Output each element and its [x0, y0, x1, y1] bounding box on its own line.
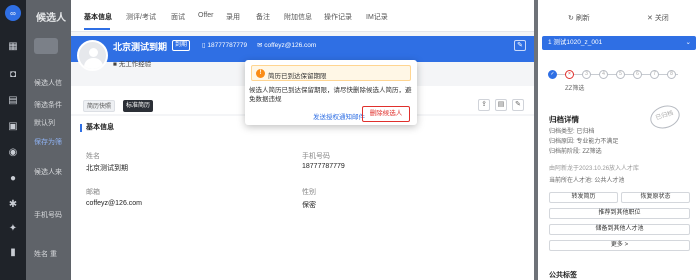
section-title: 基本信息 — [80, 124, 114, 132]
more-button[interactable]: 更多 > — [549, 240, 690, 251]
delete-candidate-button[interactable]: 删除候选人 — [362, 106, 410, 122]
resume-snapshot-button[interactable]: 简历快照 — [83, 100, 115, 112]
background-filter-chip — [34, 38, 58, 54]
upload-icon[interactable]: ⇪ — [478, 99, 490, 111]
edit-icon[interactable]: ✎ — [514, 40, 526, 51]
user-icon[interactable]: ● — [7, 172, 19, 184]
tab-hire[interactable]: 录用 — [226, 12, 240, 22]
message-icon[interactable]: ◉ — [7, 146, 19, 158]
background-title: 候选人 — [36, 13, 66, 24]
field-label: 手机号码 — [302, 153, 330, 160]
stage-step[interactable]: 8 — [667, 70, 676, 79]
candidate-email: ✉ coffeyz@126.com — [257, 41, 316, 49]
basic-info-section: 基本信息 姓名 北京测试到期 手机号码 18777787779 邮箱 coffe… — [71, 116, 534, 280]
tab-additional-info[interactable]: 附加信息 — [284, 12, 312, 22]
send-authorization-email-link[interactable]: 发送授权通知邮件 — [313, 111, 365, 121]
field-label: 姓名 — [86, 153, 100, 160]
field-value: 保密 — [302, 202, 316, 209]
archived-stamp: 已归档 — [647, 101, 683, 133]
settings-icon[interactable]: ✱ — [7, 198, 19, 210]
stage-step[interactable]: 5 — [616, 70, 625, 79]
file-icon[interactable]: ▤ — [495, 99, 507, 111]
background-line: 默认列 — [34, 120, 55, 127]
field-value: coffeyz@126.com — [86, 200, 143, 207]
briefcase-icon[interactable]: ◘ — [7, 68, 19, 80]
background-line: 手机号码 — [34, 212, 62, 219]
document-icon[interactable]: ▤ — [7, 94, 19, 106]
avatar-head-shape — [89, 48, 98, 57]
background-line: 保存为筛 — [34, 139, 62, 146]
close-label: 关闭 — [654, 15, 669, 22]
tab-offer[interactable]: Offer — [198, 12, 213, 19]
avatar — [77, 40, 108, 71]
tab-notes[interactable]: 备注 — [256, 12, 270, 22]
chart-icon[interactable]: ▮ — [7, 246, 19, 258]
current-stage-name: ZZ筛选 — [565, 86, 585, 92]
stage-step[interactable]: 7 — [650, 70, 659, 79]
archive-line: 归档前阶段: ZZ筛选 — [549, 149, 602, 155]
app-sidebar: ∞ ▦ ◘ ▤ ▣ ◉ ● ✱ ✦ ▮ — [0, 0, 26, 280]
stage-step[interactable]: 4 — [599, 70, 608, 79]
forward-resume-button[interactable]: 转发简历 — [549, 192, 618, 203]
public-tags-title: 公共标签 — [549, 272, 577, 279]
background-line: 姓名 重 — [34, 251, 57, 258]
archive-line: 归档原因: 专业能力不满足 — [549, 139, 619, 145]
warning-text: 简历已到达保留期限 — [268, 73, 327, 80]
job-select[interactable]: 1 测试1020_z_001 ⌄ — [542, 36, 696, 50]
recommend-other-job-button[interactable]: 推荐到其他职位 — [549, 208, 690, 219]
refresh-label: 刷新 — [575, 15, 590, 22]
tab-im-log[interactable]: IM记录 — [366, 12, 388, 22]
archive-title: 归档详情 — [549, 115, 579, 124]
experience-text: 无工作经验 — [118, 61, 152, 68]
stage-stepper: ✓ × 3 4 5 6 7 8 — [548, 68, 698, 80]
close-icon: ✕ — [647, 15, 655, 22]
field-value: 北京测试到期 — [86, 165, 128, 172]
tab-interview[interactable]: 面试 — [171, 12, 185, 22]
grid-icon[interactable]: ▦ — [7, 40, 19, 52]
reserve-other-pool-button[interactable]: 储备到其他人才池 — [549, 224, 690, 235]
calendar-icon[interactable]: ▣ — [7, 120, 19, 132]
avatar-body-shape — [84, 58, 103, 69]
background-line: 候选人来 — [34, 169, 62, 176]
tab-bar: 基本信息 测评/考试 面试 Offer 录用 备注 附加信息 操作记录 IM记录 — [71, 0, 534, 32]
restore-status-button[interactable]: 恢复原状态 — [621, 192, 690, 203]
stage-step[interactable]: 3 — [582, 70, 591, 79]
phone-value: 18777787779 — [207, 42, 248, 49]
chevron-down-icon: ⌄ — [685, 39, 691, 46]
warning-icon: ! — [256, 69, 265, 78]
stage-step[interactable]: 6 — [633, 70, 642, 79]
refresh-icon: ↻ — [568, 15, 576, 22]
candidate-detail-panel: 基本信息 测评/考试 面试 Offer 录用 备注 附加信息 操作记录 IM记录… — [71, 0, 534, 280]
app-logo-icon[interactable]: ∞ — [5, 5, 21, 21]
active-tab-indicator — [84, 28, 110, 30]
field-label: 性别 — [302, 189, 316, 196]
experience-line: ■ 无工作经验 — [113, 58, 151, 68]
retention-popover: ! 简历已到达保留期限 候选人简历已到达保留期限，请尽快删除候选人简历，避免数据… — [245, 60, 417, 125]
candidate-name: 北京测试到期 — [113, 42, 168, 52]
background-line: 筛选条件 — [34, 102, 62, 109]
email-value: coffeyz@126.com — [264, 42, 317, 49]
status-badge: 到期 — [172, 40, 191, 51]
field-value: 18777787779 — [302, 163, 345, 170]
stage-step[interactable]: × — [565, 70, 574, 79]
close-button[interactable]: ✕ 关闭 — [647, 13, 669, 23]
edit-resume-icon[interactable]: ✎ — [512, 99, 524, 111]
archive-line: 归档类型: 已归档 — [549, 129, 595, 135]
retention-warning: ! 简历已到达保留期限 — [251, 65, 411, 81]
tab-basic-info[interactable]: 基本信息 — [84, 12, 112, 22]
right-panel: ↻ 刷新 ✕ 关闭 1 测试1020_z_001 ⌄ ✓ × 3 4 5 6 7 … — [538, 0, 700, 280]
tab-assessment[interactable]: 测评/考试 — [126, 12, 156, 22]
archive-line: 由阿新龙于2023.10.26放入人才库 — [549, 166, 640, 172]
job-select-value: 1 测试1020_z_001 — [548, 39, 603, 46]
popover-message: 候选人简历已到达保留期限，请尽快删除候选人简历，避免数据违规 — [249, 87, 412, 103]
refresh-button[interactable]: ↻ 刷新 — [568, 13, 590, 23]
field-label: 邮箱 — [86, 189, 100, 196]
tab-operation-log[interactable]: 操作记录 — [324, 12, 352, 22]
archive-line: 当前所在人才池: 公共人才池 — [549, 178, 625, 184]
standard-resume-button[interactable]: 标准简历 — [123, 100, 153, 112]
background-line: 候选人信 — [34, 80, 62, 87]
stage-step[interactable]: ✓ — [548, 70, 557, 79]
star-icon[interactable]: ✦ — [7, 222, 19, 234]
candidate-phone: ▯ 18777787779 — [202, 41, 247, 49]
